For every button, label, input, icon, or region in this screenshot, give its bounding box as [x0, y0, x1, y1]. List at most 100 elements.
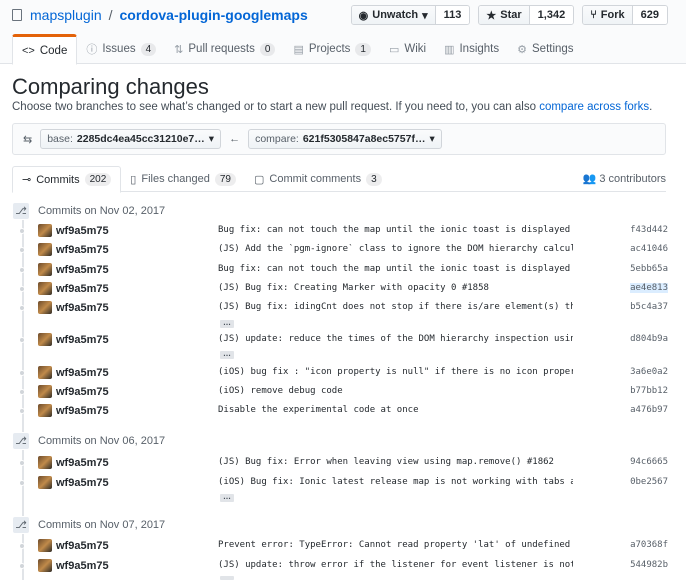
- avatar[interactable]: [38, 282, 52, 295]
- switch-arrows-icon[interactable]: ⇆: [23, 133, 32, 146]
- repo-name-link[interactable]: cordova-plugin-googlemaps: [120, 7, 308, 23]
- commit-sha[interactable]: 0be2567: [630, 477, 668, 487]
- commit-message[interactable]: (JS) update: reduce the times of the DOM…: [218, 334, 573, 344]
- separator: /: [108, 7, 113, 23]
- commit-message[interactable]: (JS) Bug fix: Error when leaving view us…: [218, 457, 573, 467]
- tab-wiki[interactable]: ▭ Wiki: [380, 34, 435, 64]
- commit-message[interactable]: (JS) Add the `pgm-ignore` class to ignor…: [218, 244, 573, 254]
- commit-group-header: ⎇ Commits on Nov 06, 2017: [12, 432, 165, 450]
- commit-message[interactable]: (iOS) remove debug code: [218, 386, 573, 396]
- commit-sha[interactable]: ae4e813: [630, 283, 668, 293]
- left-arrow-icon: ←: [229, 133, 241, 145]
- code-icon: <>: [22, 44, 35, 57]
- expand-message-button[interactable]: …: [220, 319, 234, 328]
- tab-label: Projects: [308, 43, 351, 55]
- tab-files-changed[interactable]: ▯ Files changed 79: [121, 166, 245, 192]
- tab-commit-comments[interactable]: ▢ Commit comments 3: [245, 166, 391, 192]
- contributors-link[interactable]: 👥 3 contributors: [583, 172, 666, 185]
- tab-issues[interactable]: ⓘ Issues 4: [77, 34, 165, 64]
- avatar[interactable]: [38, 404, 52, 417]
- tab-commits[interactable]: ⊸ Commits 202: [12, 166, 122, 193]
- avatar[interactable]: [38, 224, 52, 237]
- page-title: Comparing changes: [12, 74, 209, 99]
- star-button[interactable]: ★ Star: [479, 6, 530, 24]
- commit-sha[interactable]: 544982b: [630, 560, 668, 570]
- timeline-dot: [19, 247, 25, 253]
- commit-sha[interactable]: 94c6665: [630, 457, 668, 467]
- avatar[interactable]: [38, 333, 52, 346]
- commit-author[interactable]: wf9a5m75: [56, 560, 109, 572]
- avatar[interactable]: [38, 366, 52, 379]
- star-count[interactable]: 1,342: [529, 6, 574, 24]
- tab-code[interactable]: <> Code: [12, 34, 78, 65]
- commit-row: wf9a5m75 Bug fix: can not touch the map u…: [12, 261, 668, 279]
- commit-message[interactable]: (iOS) bug fix : "icon property is null" …: [218, 367, 573, 377]
- commit-author[interactable]: wf9a5m75: [56, 302, 109, 314]
- commit-author[interactable]: wf9a5m75: [56, 457, 109, 469]
- compare-branch-select[interactable]: compare: 621f5305847a8ec5757f… ▾: [248, 129, 442, 149]
- commit-author[interactable]: wf9a5m75: [56, 405, 109, 417]
- commit-sha[interactable]: 5ebb65a: [630, 264, 668, 274]
- repo-title: mapsplugin / cordova-plugin-googlemaps: [12, 7, 308, 23]
- commit-sha[interactable]: ac41046: [630, 244, 668, 254]
- tab-projects[interactable]: ▤ Projects 1: [284, 34, 380, 64]
- commit-author[interactable]: wf9a5m75: [56, 225, 109, 237]
- commit-sha[interactable]: b77bb12: [630, 386, 668, 396]
- commit-author[interactable]: wf9a5m75: [56, 264, 109, 276]
- expand-message-button[interactable]: …: [220, 493, 234, 502]
- tab-pull-requests[interactable]: ⇅ Pull requests 0: [165, 34, 284, 64]
- commit-sha[interactable]: d804b9a: [630, 334, 668, 344]
- commit-sha[interactable]: 3a6e0a2: [630, 367, 668, 377]
- commit-group-date: Commits on Nov 07, 2017: [38, 519, 166, 531]
- commit-sha[interactable]: b5c4a37: [630, 302, 668, 312]
- expand-message-button[interactable]: …: [220, 350, 234, 359]
- watch-count[interactable]: 113: [435, 6, 470, 24]
- commit-author[interactable]: wf9a5m75: [56, 367, 109, 379]
- commit-message[interactable]: Disable the experimental code at once: [218, 405, 573, 415]
- commit-sha[interactable]: a476b97: [630, 405, 668, 415]
- comment-icon: ▢: [253, 173, 265, 186]
- commit-author[interactable]: wf9a5m75: [56, 283, 109, 295]
- commit-message[interactable]: (JS) Bug fix: Creating Marker with opaci…: [218, 283, 573, 293]
- fork-count[interactable]: 629: [632, 6, 667, 24]
- timeline-dot: [19, 408, 25, 414]
- commit-message[interactable]: (iOS) Bug fix: Ionic latest release map …: [218, 477, 573, 487]
- commit-message[interactable]: (JS) update: throw error if the listener…: [218, 560, 573, 570]
- timeline-dot: [19, 480, 25, 486]
- tab-settings[interactable]: ⚙ Settings: [508, 34, 582, 64]
- expand-message-button[interactable]: [220, 576, 234, 580]
- commit-sha[interactable]: f43d442: [630, 225, 668, 235]
- commit-row: wf9a5m75 Prevent error: TypeError: Cannot…: [12, 537, 668, 555]
- people-icon: 👥: [582, 173, 597, 185]
- commit-author[interactable]: wf9a5m75: [56, 386, 109, 398]
- commit-author[interactable]: wf9a5m75: [56, 244, 109, 256]
- description-text: Choose two branches to see what’s change…: [12, 101, 540, 113]
- commit-row: wf9a5m75 (JS) Bug fix: Creating Marker wi…: [12, 280, 668, 298]
- repo-owner-link[interactable]: mapsplugin: [30, 7, 102, 23]
- graph-icon: ▥: [444, 43, 455, 56]
- avatar[interactable]: [38, 559, 52, 572]
- commit-message[interactable]: Prevent error: TypeError: Cannot read pr…: [218, 540, 573, 550]
- commit-message[interactable]: (JS) Bug fix: idingCnt does not stop if …: [218, 302, 573, 312]
- avatar[interactable]: [38, 263, 52, 276]
- avatar[interactable]: [38, 476, 52, 489]
- commit-author[interactable]: wf9a5m75: [56, 477, 109, 489]
- avatar[interactable]: [38, 456, 52, 469]
- avatar[interactable]: [38, 243, 52, 256]
- unwatch-button[interactable]: ◉ Unwatch ▾: [351, 6, 436, 24]
- description-end: .: [649, 101, 653, 113]
- avatar[interactable]: [38, 385, 52, 398]
- avatar[interactable]: [38, 539, 52, 552]
- compare-across-forks-link[interactable]: compare across forks: [539, 101, 649, 113]
- commit-message[interactable]: Bug fix: can not touch the map until the…: [218, 264, 573, 274]
- tab-insights[interactable]: ▥ Insights: [435, 34, 508, 64]
- commit-group-header: ⎇ Commits on Nov 07, 2017: [12, 516, 165, 534]
- fork-label: Fork: [600, 9, 625, 21]
- commit-author[interactable]: wf9a5m75: [56, 540, 109, 552]
- commit-message[interactable]: Bug fix: can not touch the map until the…: [218, 225, 573, 235]
- fork-button[interactable]: ⑂ Fork: [583, 6, 633, 24]
- commit-author[interactable]: wf9a5m75: [56, 334, 109, 346]
- base-branch-select[interactable]: base: 2285dc4ea45cc31210e7… ▾: [40, 129, 222, 149]
- avatar[interactable]: [38, 301, 52, 314]
- commit-sha[interactable]: a70368f: [630, 540, 668, 550]
